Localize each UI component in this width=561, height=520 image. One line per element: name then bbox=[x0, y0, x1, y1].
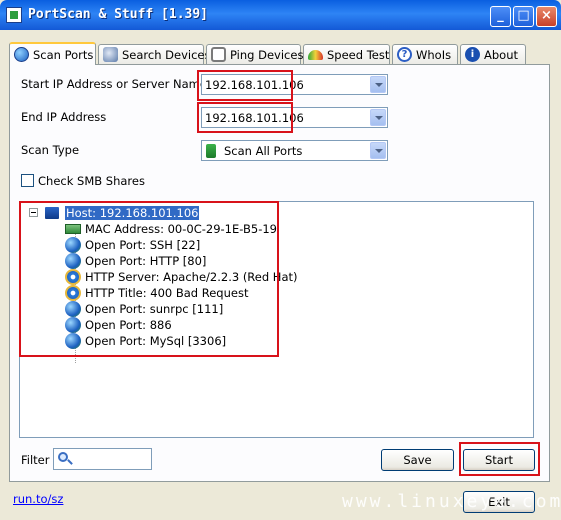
smb-checkbox[interactable] bbox=[21, 174, 34, 187]
window-title: PortScan & Stuff [1.39] bbox=[28, 7, 209, 22]
tree-item-label: Open Port: MySql [3306] bbox=[85, 334, 227, 348]
tab-about[interactable]: i About bbox=[460, 44, 526, 64]
end-ip-combo[interactable]: 192.168.101.106 bbox=[201, 107, 388, 128]
chevron-down-icon[interactable] bbox=[370, 142, 386, 159]
traffic-light-icon bbox=[206, 144, 216, 158]
tree-item-label: Open Port: sunrpc [111] bbox=[85, 302, 224, 316]
tree-item-label: MAC Address: 00-0C-29-1E-B5-19 bbox=[85, 222, 277, 236]
globe-icon bbox=[65, 333, 81, 349]
network-card-icon bbox=[65, 224, 81, 234]
app-window: PortScan & Stuff [1.39] _ □ × Scan Ports… bbox=[0, 0, 561, 520]
tree-item-label: HTTP Server: Apache/2.2.3 (Red Hat) bbox=[85, 270, 298, 284]
smb-label: Check SMB Shares bbox=[38, 174, 145, 188]
globe-icon bbox=[65, 317, 81, 333]
watermark: www.linuxeye.com bbox=[342, 491, 561, 512]
chevron-down-icon[interactable] bbox=[370, 109, 386, 126]
save-button[interactable]: Save bbox=[381, 449, 454, 471]
tree-item-label: Open Port: HTTP [80] bbox=[85, 254, 207, 268]
close-button[interactable]: × bbox=[536, 6, 557, 27]
globe-icon bbox=[65, 253, 81, 269]
website-link[interactable]: run.to/sz bbox=[13, 492, 63, 506]
gauge-icon bbox=[308, 49, 323, 60]
computer-icon bbox=[45, 207, 59, 219]
minimize-button[interactable]: _ bbox=[490, 6, 511, 27]
scan-type-label: Scan Type bbox=[21, 143, 80, 157]
tree-item-label: Open Port: SSH [22] bbox=[85, 238, 201, 252]
tab-ping-devices[interactable]: Ping Devices bbox=[206, 44, 304, 64]
info-icon: i bbox=[465, 47, 480, 62]
tab-label: Scan Ports bbox=[33, 47, 94, 62]
tab-label: Search Devices bbox=[122, 47, 211, 62]
help-icon: ? bbox=[397, 47, 412, 62]
collapse-icon[interactable] bbox=[29, 208, 38, 217]
tab-scan-ports[interactable]: Scan Ports bbox=[9, 42, 96, 65]
maximize-button[interactable]: □ bbox=[513, 6, 534, 27]
tab-label: About bbox=[484, 47, 519, 62]
end-ip-label: End IP Address bbox=[21, 110, 107, 124]
app-icon bbox=[6, 7, 22, 23]
host-label: Host: 192.168.101.106 bbox=[65, 206, 200, 220]
start-ip-value: 192.168.101.106 bbox=[205, 78, 304, 92]
globe-icon bbox=[65, 301, 81, 317]
tab-bar: Scan Ports Search Devices Ping Devices S… bbox=[9, 42, 549, 65]
start-ip-combo[interactable]: 192.168.101.106 bbox=[201, 74, 388, 95]
filter-input[interactable] bbox=[53, 448, 152, 470]
start-ip-label: Start IP Address or Server Name bbox=[21, 77, 207, 91]
search-icon-handle bbox=[67, 459, 73, 465]
network-icon bbox=[103, 47, 118, 62]
tree-item-label: HTTP Title: 400 Bad Request bbox=[85, 286, 249, 300]
filter-label: Filter bbox=[21, 453, 50, 467]
tab-whois[interactable]: ? WhoIs bbox=[392, 44, 458, 64]
globe-icon bbox=[14, 47, 29, 62]
end-ip-value: 192.168.101.106 bbox=[205, 111, 304, 125]
results-tree[interactable]: Host: 192.168.101.106 MAC Address: 00-0C… bbox=[19, 201, 534, 438]
ie-icon bbox=[65, 269, 81, 285]
tab-speed-test[interactable]: Speed Test bbox=[303, 44, 390, 64]
tree-item-label: Open Port: 886 bbox=[85, 318, 172, 332]
tab-label: Ping Devices bbox=[230, 47, 304, 62]
tab-search-devices[interactable]: Search Devices bbox=[98, 44, 211, 64]
tab-label: WhoIs bbox=[416, 47, 452, 62]
ping-icon bbox=[211, 47, 226, 62]
scan-type-select[interactable]: Scan All Ports bbox=[201, 140, 388, 161]
globe-icon bbox=[65, 237, 81, 253]
ie-icon bbox=[65, 285, 81, 301]
start-button[interactable]: Start bbox=[463, 449, 535, 471]
tab-label: Speed Test bbox=[327, 47, 390, 62]
title-bar[interactable]: PortScan & Stuff [1.39] _ □ × bbox=[0, 0, 561, 30]
chevron-down-icon[interactable] bbox=[370, 76, 386, 93]
scan-type-value: Scan All Ports bbox=[224, 144, 303, 158]
